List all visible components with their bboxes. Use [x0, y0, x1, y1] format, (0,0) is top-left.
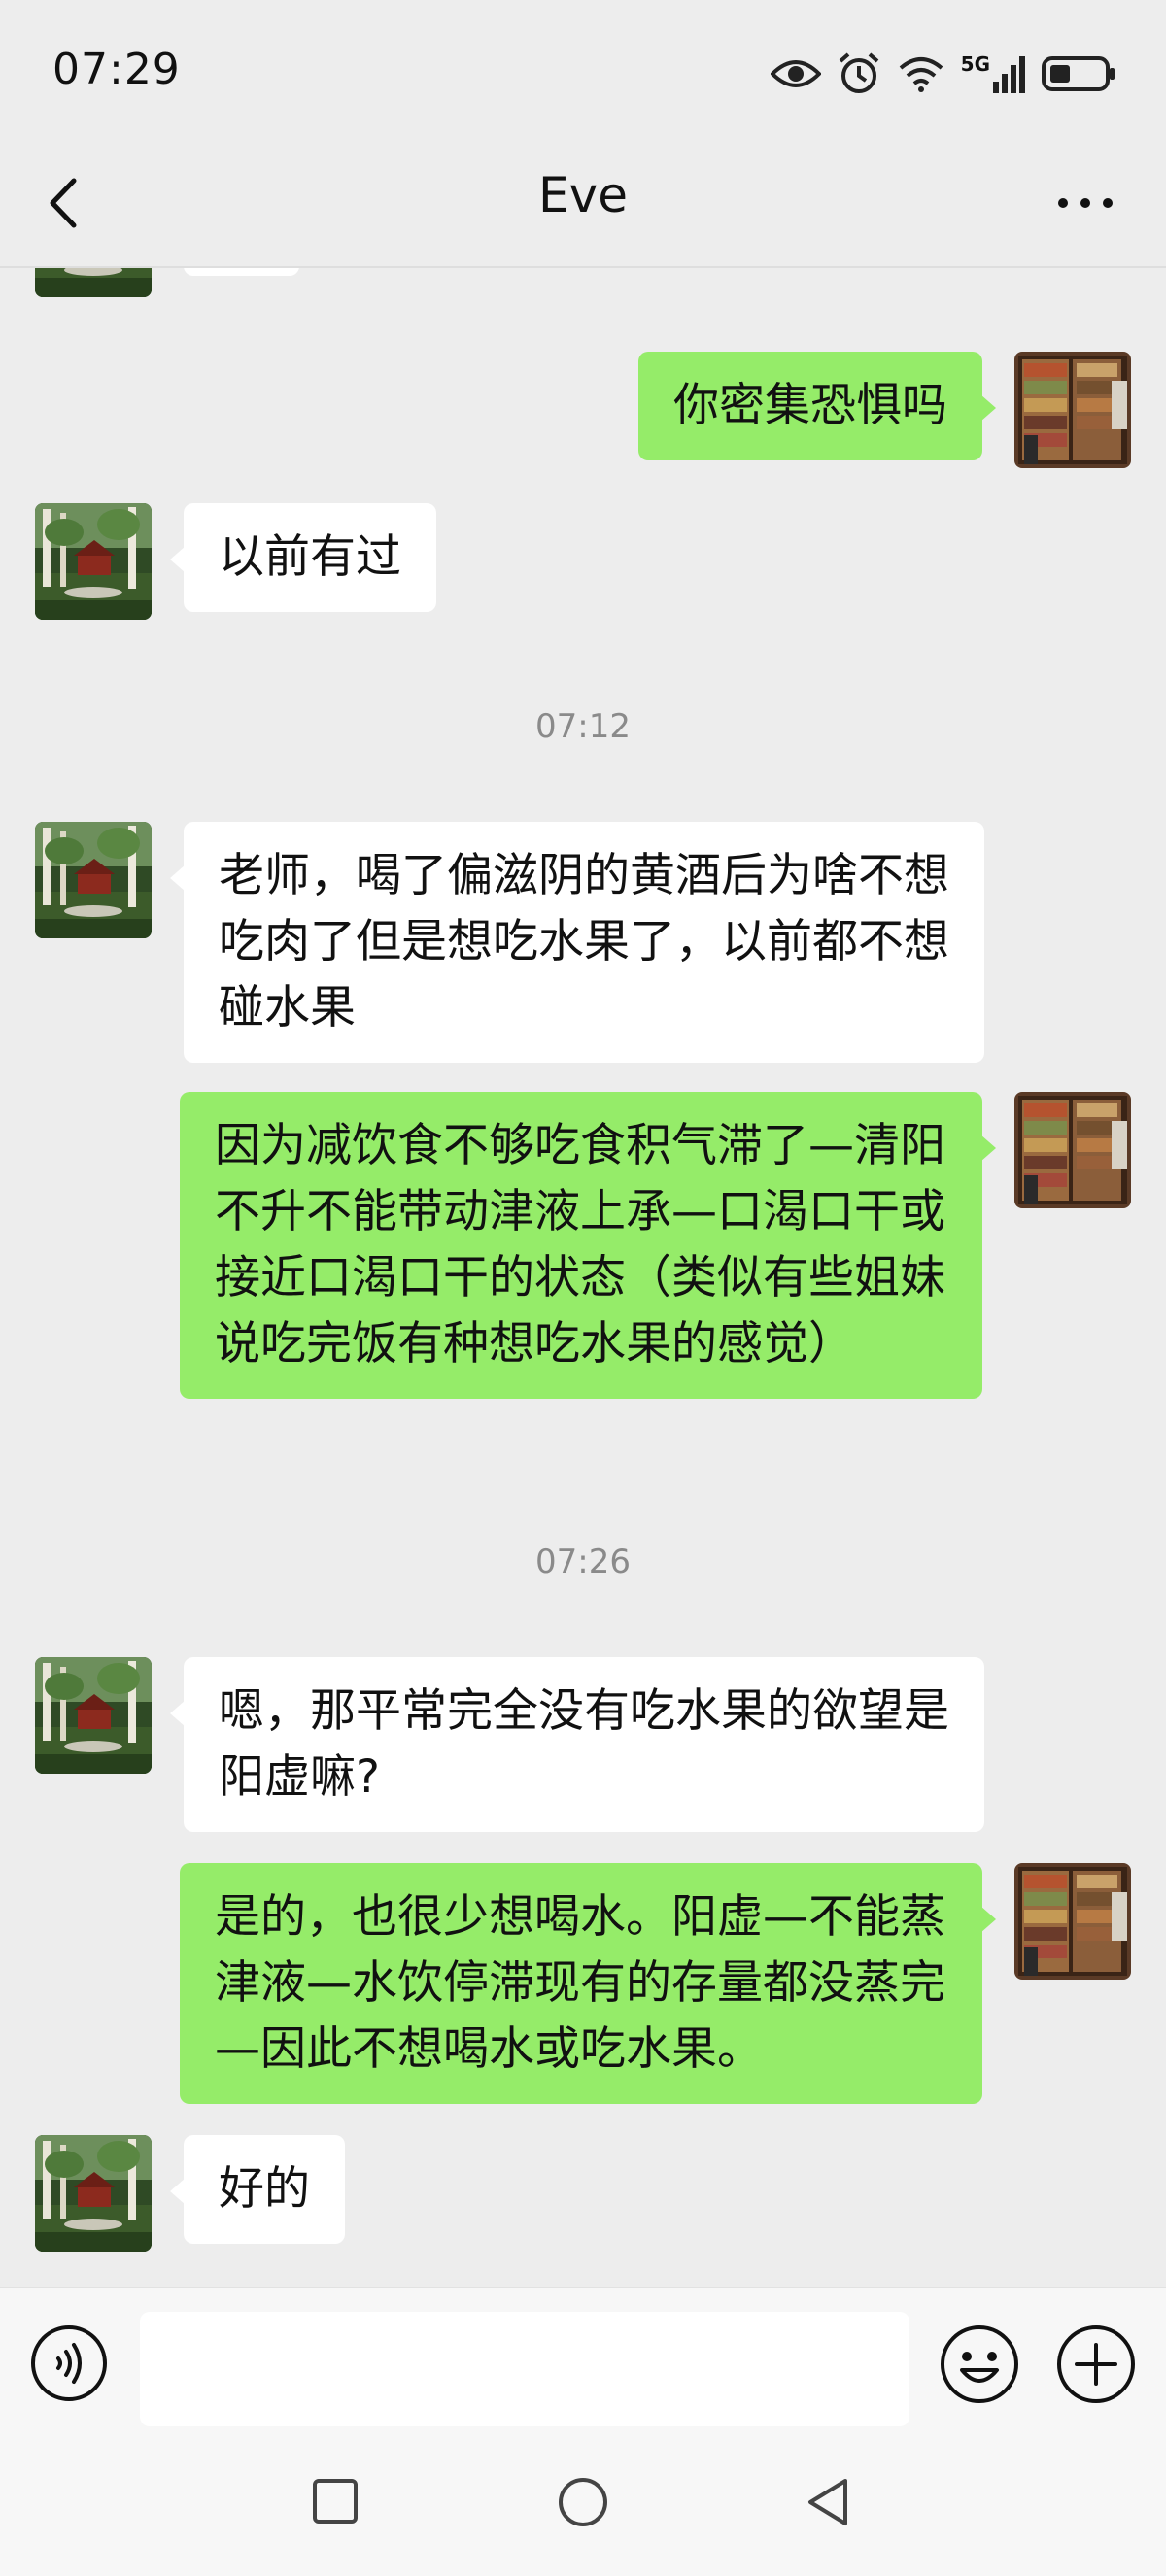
emoji-button[interactable]: [939, 2323, 1020, 2405]
message-outgoing[interactable]: 是的，也很少想喝水。阳虚—不能蒸津液—水饮停滞现有的存量都没蒸完—因此不想喝水或…: [180, 1863, 996, 2104]
network-label: 5G: [960, 52, 990, 76]
chat-header: Eve: [0, 146, 1166, 268]
contact-avatar[interactable]: [35, 1657, 152, 1774]
message-incoming[interactable]: 好的: [170, 2135, 345, 2244]
message-input[interactable]: [140, 2312, 909, 2426]
message-incoming[interactable]: 以前有过: [170, 503, 436, 612]
contact-avatar[interactable]: [35, 503, 152, 620]
message-outgoing[interactable]: 你密集恐惧吗: [638, 352, 996, 460]
status-time: 07:29: [52, 45, 181, 94]
voice-icon: [31, 2325, 107, 2401]
system-navigation: [0, 2432, 1166, 2576]
message-incoming[interactable]: 嗯: [184, 268, 299, 276]
home-button[interactable]: [556, 2475, 610, 2533]
status-icons: 5G: [770, 47, 1117, 101]
chat-messages[interactable]: 嗯 你密集恐惧吗 以前有过 07:12 老师，喝了偏滋阴的黄酒后为啥不想吃肉了但…: [0, 268, 1166, 2287]
message-incoming[interactable]: 老师，喝了偏滋阴的黄酒后为啥不想吃肉了但是想吃水果了，以前都不想碰水果: [170, 822, 984, 1063]
message-timestamp: 07:26: [535, 1542, 631, 1581]
alarm-icon: [837, 51, 881, 96]
recent-apps-icon: [313, 2479, 358, 2524]
recent-apps-button[interactable]: [309, 2475, 361, 2531]
emoji-icon: [941, 2325, 1018, 2403]
more-functions-button[interactable]: [1055, 2323, 1137, 2405]
contact-avatar[interactable]: [35, 2135, 152, 2252]
message-timestamp: 07:12: [535, 707, 631, 746]
plus-icon: [1057, 2325, 1135, 2403]
system-back-button[interactable]: [803, 2475, 855, 2533]
status-bar: 07:29 5G: [0, 0, 1166, 146]
chat-title: Eve: [538, 167, 628, 223]
contact-avatar[interactable]: [35, 268, 152, 297]
contact-avatar[interactable]: [35, 822, 152, 938]
wifi-icon: [897, 54, 945, 93]
my-avatar[interactable]: [1014, 1092, 1131, 1208]
my-avatar[interactable]: [1014, 1863, 1131, 1980]
input-bar: [0, 2287, 1166, 2432]
my-avatar[interactable]: [1014, 352, 1131, 468]
voice-button[interactable]: [29, 2323, 109, 2403]
battery-icon: [1042, 54, 1117, 93]
more-dots-icon: [1058, 198, 1113, 208]
back-triangle-icon: [808, 2479, 847, 2525]
eye-icon: [770, 56, 821, 91]
message-outgoing[interactable]: 因为减饮食不够吃食积气滞了—清阳不升不能带动津液上承—口渴口干或接近口渴口干的状…: [180, 1092, 996, 1399]
message-incoming[interactable]: 嗯，那平常完全没有吃水果的欲望是阳虚嘛?: [170, 1657, 984, 1832]
signal-5g-icon: 5G: [961, 54, 1026, 93]
more-button[interactable]: [1051, 179, 1119, 227]
home-icon: [559, 2478, 607, 2526]
